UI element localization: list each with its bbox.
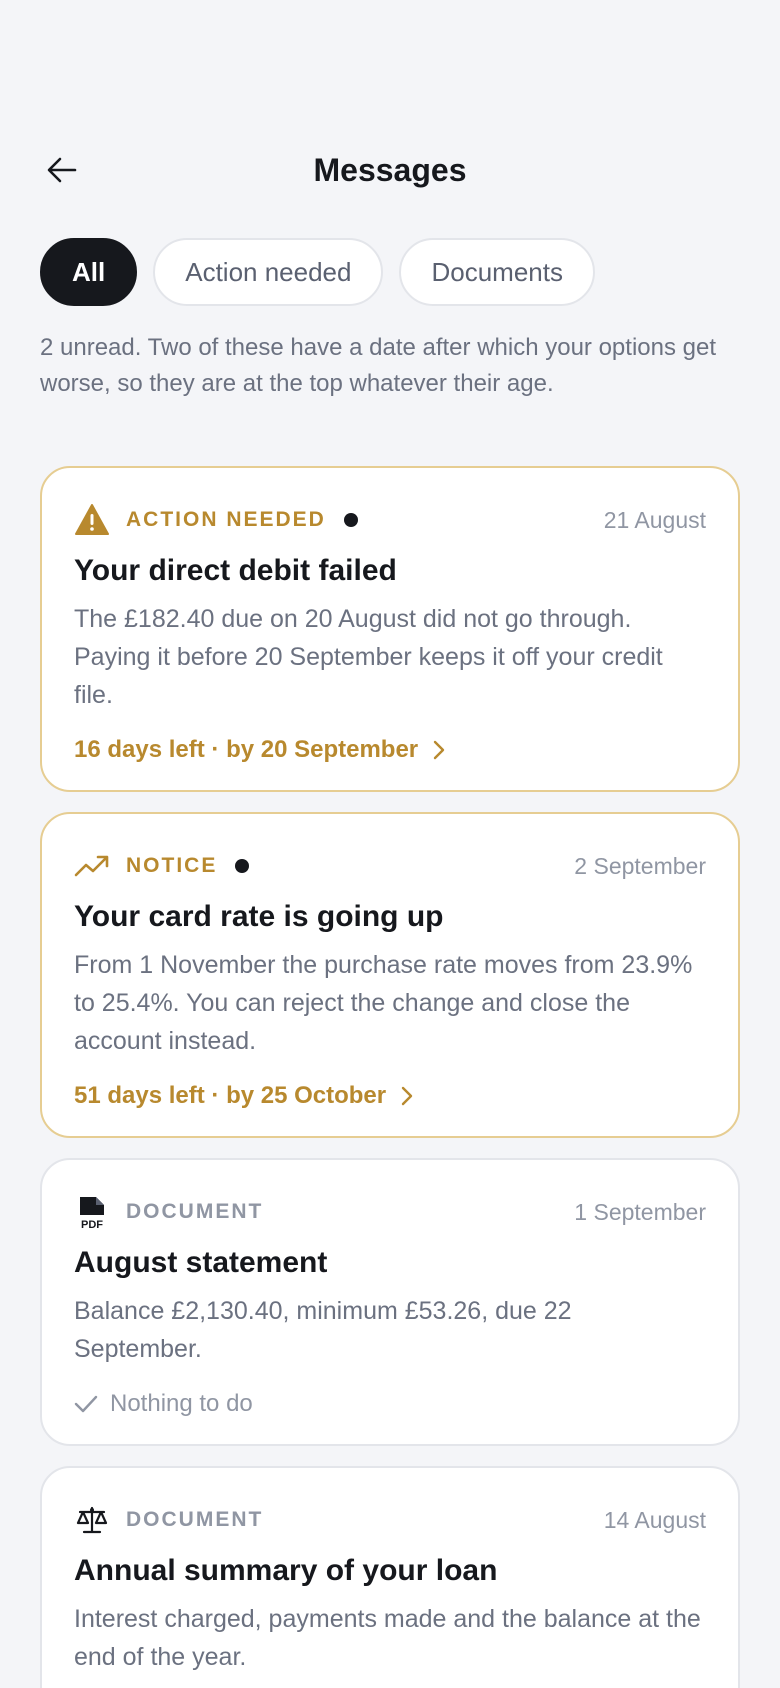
unread-summary: 2 unread. Two of these have a date after… <box>40 334 716 397</box>
filter-all[interactable]: All <box>40 238 138 306</box>
filter-tabs: All Action needed Documents <box>40 238 595 306</box>
message-kind: DOCUMENT <box>126 1508 264 1531</box>
message-title: August statement <box>74 1246 328 1279</box>
message-kind: ACTION NEEDED <box>126 508 326 531</box>
message-card-annual-summary[interactable]: DOCUMENT 14 August Annual summary of you… <box>40 1466 740 1688</box>
message-title: Your card rate is going up <box>74 900 444 933</box>
message-body: From 1 November the purchase rate moves … <box>74 951 693 1055</box>
message-kind: NOTICE <box>126 854 218 877</box>
message-title: Your direct debit failed <box>74 554 397 587</box>
message-date: 1 September <box>574 1198 706 1225</box>
message-title: Annual summary of your loan <box>74 1554 498 1587</box>
chevron-right-icon <box>400 1085 414 1107</box>
deadline-link[interactable]: 16 days left · by 20 September <box>74 732 706 768</box>
svg-text:PDF: PDF <box>81 1219 103 1229</box>
message-card-direct-debit[interactable]: ACTION NEEDED 21 August Your direct debi… <box>40 466 740 792</box>
header: Messages <box>0 140 780 200</box>
message-card-rate-change[interactable]: NOTICE 2 September Your card rate is goi… <box>40 812 740 1138</box>
page-title: Messages <box>313 152 467 188</box>
scales-icon <box>74 1502 110 1538</box>
filter-documents[interactable]: Documents <box>399 238 595 306</box>
message-kind: DOCUMENT <box>126 1200 264 1223</box>
unread-dot <box>235 859 250 873</box>
unread-dot <box>343 513 358 527</box>
message-date: 2 September <box>574 852 706 879</box>
deadline-text: 51 days left · by 25 October <box>74 1082 387 1109</box>
message-body: Interest charged, payments made and the … <box>74 1605 701 1671</box>
message-date: 21 August <box>603 506 706 533</box>
pdf-file-icon: PDF <box>74 1194 110 1230</box>
check-icon <box>74 1394 98 1414</box>
deadline-text: 16 days left · by 20 September <box>74 736 419 763</box>
status-line: Nothing to do <box>74 1386 706 1422</box>
message-body: The £182.40 due on 20 August did not go … <box>74 605 663 709</box>
warning-triangle-icon <box>74 502 110 538</box>
message-date: 14 August <box>603 1506 706 1533</box>
deadline-link[interactable]: 51 days left · by 25 October <box>74 1078 706 1114</box>
message-body: Balance £2,130.40, minimum £53.26, due 2… <box>74 1297 572 1363</box>
chevron-right-icon <box>432 739 446 761</box>
status-text: Nothing to do <box>110 1390 253 1417</box>
message-card-statement[interactable]: PDF DOCUMENT 1 September August statemen… <box>40 1158 740 1446</box>
trending-up-icon <box>74 848 110 884</box>
filter-action-needed[interactable]: Action needed <box>153 238 384 306</box>
